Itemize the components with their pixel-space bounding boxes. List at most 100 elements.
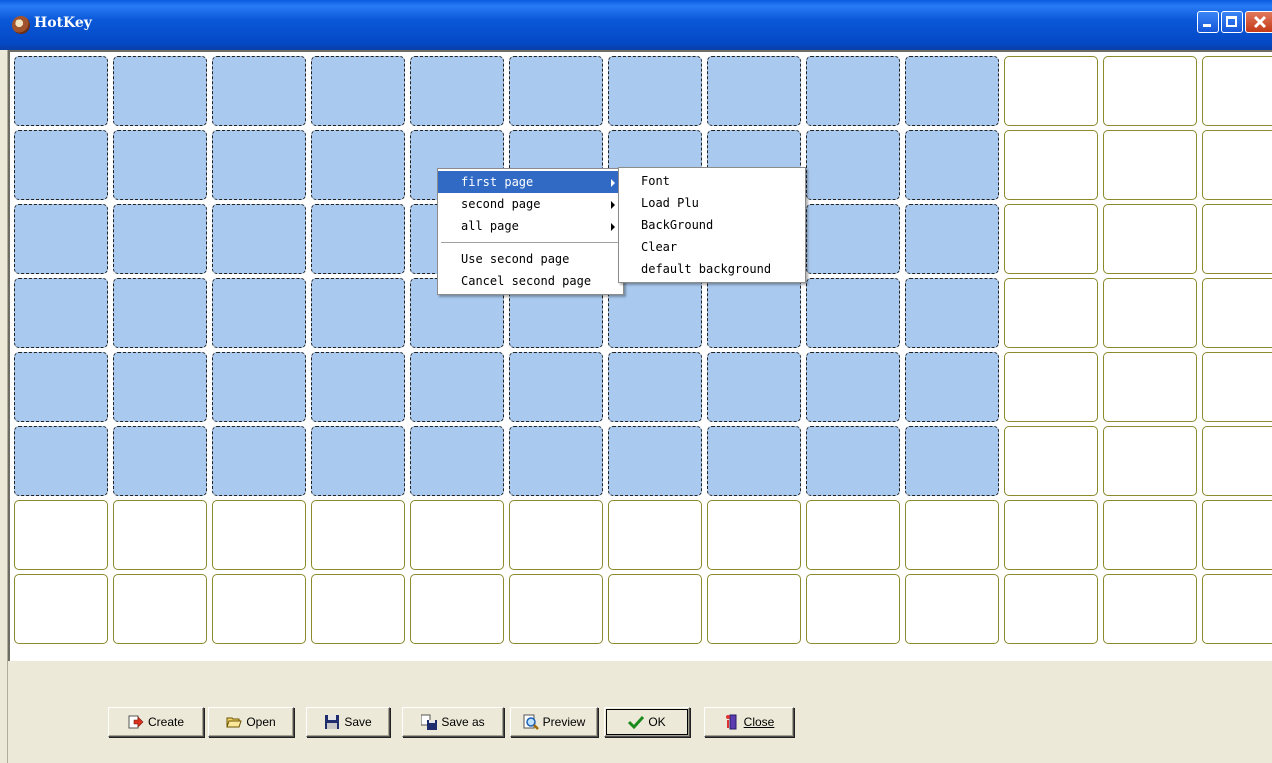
- submenu-item-default-background[interactable]: default background: [619, 258, 805, 280]
- hotkey-cell[interactable]: [509, 426, 603, 496]
- hotkey-cell[interactable]: [1103, 278, 1197, 348]
- hotkey-cell[interactable]: [14, 56, 108, 126]
- hotkey-cell[interactable]: [905, 56, 999, 126]
- hotkey-cell[interactable]: [806, 130, 900, 200]
- hotkey-cell[interactable]: [113, 574, 207, 644]
- menu-item-first-page[interactable]: first page: [438, 171, 623, 193]
- hotkey-cell[interactable]: [410, 574, 504, 644]
- preview-button[interactable]: Preview: [510, 707, 598, 737]
- hotkey-cell[interactable]: [905, 500, 999, 570]
- hotkey-cell[interactable]: [1202, 426, 1272, 496]
- hotkey-cell[interactable]: [410, 426, 504, 496]
- hotkey-cell[interactable]: [212, 352, 306, 422]
- hotkey-cell[interactable]: [14, 352, 108, 422]
- hotkey-cell[interactable]: [905, 130, 999, 200]
- hotkey-cell[interactable]: [212, 500, 306, 570]
- hotkey-cell[interactable]: [806, 56, 900, 126]
- hotkey-cell[interactable]: [806, 426, 900, 496]
- ok-button[interactable]: OK: [604, 707, 690, 737]
- hotkey-cell[interactable]: [311, 204, 405, 274]
- hotkey-cell[interactable]: [806, 278, 900, 348]
- hotkey-cell[interactable]: [212, 574, 306, 644]
- hotkey-cell[interactable]: [212, 56, 306, 126]
- close-window-button[interactable]: [1245, 11, 1272, 33]
- minimize-button[interactable]: [1197, 11, 1219, 33]
- hotkey-cell[interactable]: [1202, 204, 1272, 274]
- hotkey-cell[interactable]: [1202, 574, 1272, 644]
- hotkey-cell[interactable]: [113, 352, 207, 422]
- hotkey-cell[interactable]: [806, 500, 900, 570]
- hotkey-cell[interactable]: [707, 278, 801, 348]
- hotkey-cell[interactable]: [1103, 352, 1197, 422]
- hotkey-cell[interactable]: [1202, 130, 1272, 200]
- hotkey-cell[interactable]: [1103, 574, 1197, 644]
- hotkey-cell[interactable]: [905, 426, 999, 496]
- hotkey-cell[interactable]: [707, 426, 801, 496]
- hotkey-cell[interactable]: [905, 574, 999, 644]
- hotkey-cell[interactable]: [311, 352, 405, 422]
- hotkey-cell[interactable]: [212, 278, 306, 348]
- hotkey-cell[interactable]: [608, 500, 702, 570]
- hotkey-cell[interactable]: [1004, 56, 1098, 126]
- hotkey-cell[interactable]: [1004, 278, 1098, 348]
- hotkey-cell[interactable]: [1004, 130, 1098, 200]
- hotkey-cell[interactable]: [14, 426, 108, 496]
- hotkey-cell[interactable]: [1103, 56, 1197, 126]
- hotkey-cell[interactable]: [113, 500, 207, 570]
- submenu-item-background[interactable]: BackGround: [619, 214, 805, 236]
- hotkey-cell[interactable]: [905, 204, 999, 274]
- hotkey-cell[interactable]: [14, 130, 108, 200]
- hotkey-cell[interactable]: [311, 426, 405, 496]
- hotkey-cell[interactable]: [1103, 426, 1197, 496]
- hotkey-cell[interactable]: [1004, 352, 1098, 422]
- hotkey-cell[interactable]: [113, 278, 207, 348]
- hotkey-cell[interactable]: [509, 574, 603, 644]
- hotkey-cell[interactable]: [905, 352, 999, 422]
- hotkey-cell[interactable]: [707, 56, 801, 126]
- hotkey-cell[interactable]: [14, 500, 108, 570]
- hotkey-cell[interactable]: [608, 426, 702, 496]
- submenu-item-clear[interactable]: Clear: [619, 236, 805, 258]
- hotkey-cell[interactable]: [707, 500, 801, 570]
- hotkey-cell[interactable]: [1004, 500, 1098, 570]
- hotkey-cell[interactable]: [311, 278, 405, 348]
- hotkey-cell[interactable]: [1004, 574, 1098, 644]
- hotkey-cell[interactable]: [410, 500, 504, 570]
- hotkey-cell[interactable]: [707, 574, 801, 644]
- hotkey-cell[interactable]: [608, 352, 702, 422]
- hotkey-cell[interactable]: [113, 130, 207, 200]
- submenu-item-load-plu[interactable]: Load Plu: [619, 192, 805, 214]
- hotkey-cell[interactable]: [1202, 56, 1272, 126]
- hotkey-cell[interactable]: [608, 56, 702, 126]
- hotkey-cell[interactable]: [212, 426, 306, 496]
- submenu-item-font[interactable]: Font: [619, 170, 805, 192]
- hotkey-cell[interactable]: [14, 278, 108, 348]
- hotkey-cell[interactable]: [410, 56, 504, 126]
- hotkey-cell[interactable]: [113, 426, 207, 496]
- hotkey-cell[interactable]: [311, 574, 405, 644]
- hotkey-cell[interactable]: [1202, 352, 1272, 422]
- menu-item-second-page[interactable]: second page: [438, 193, 623, 215]
- hotkey-cell[interactable]: [1004, 426, 1098, 496]
- open-button[interactable]: Open: [208, 707, 294, 737]
- close-button[interactable]: Close: [704, 707, 794, 737]
- hotkey-cell[interactable]: [1103, 500, 1197, 570]
- create-button[interactable]: Create: [108, 707, 204, 737]
- hotkey-cell[interactable]: [113, 56, 207, 126]
- hotkey-cell[interactable]: [212, 130, 306, 200]
- hotkey-cell[interactable]: [14, 204, 108, 274]
- save-as-button[interactable]: Save as: [402, 707, 504, 737]
- menu-item-cancel-second-page[interactable]: Cancel second page: [438, 270, 623, 292]
- hotkey-cell[interactable]: [1202, 278, 1272, 348]
- hotkey-cell[interactable]: [14, 574, 108, 644]
- hotkey-cell[interactable]: [113, 204, 207, 274]
- hotkey-cell[interactable]: [905, 278, 999, 348]
- save-button[interactable]: Save: [306, 707, 390, 737]
- hotkey-cell[interactable]: [509, 56, 603, 126]
- hotkey-cell[interactable]: [410, 352, 504, 422]
- hotkey-cell[interactable]: [311, 130, 405, 200]
- hotkey-cell[interactable]: [806, 352, 900, 422]
- hotkey-cell[interactable]: [806, 574, 900, 644]
- hotkey-cell[interactable]: [212, 204, 306, 274]
- hotkey-cell[interactable]: [509, 500, 603, 570]
